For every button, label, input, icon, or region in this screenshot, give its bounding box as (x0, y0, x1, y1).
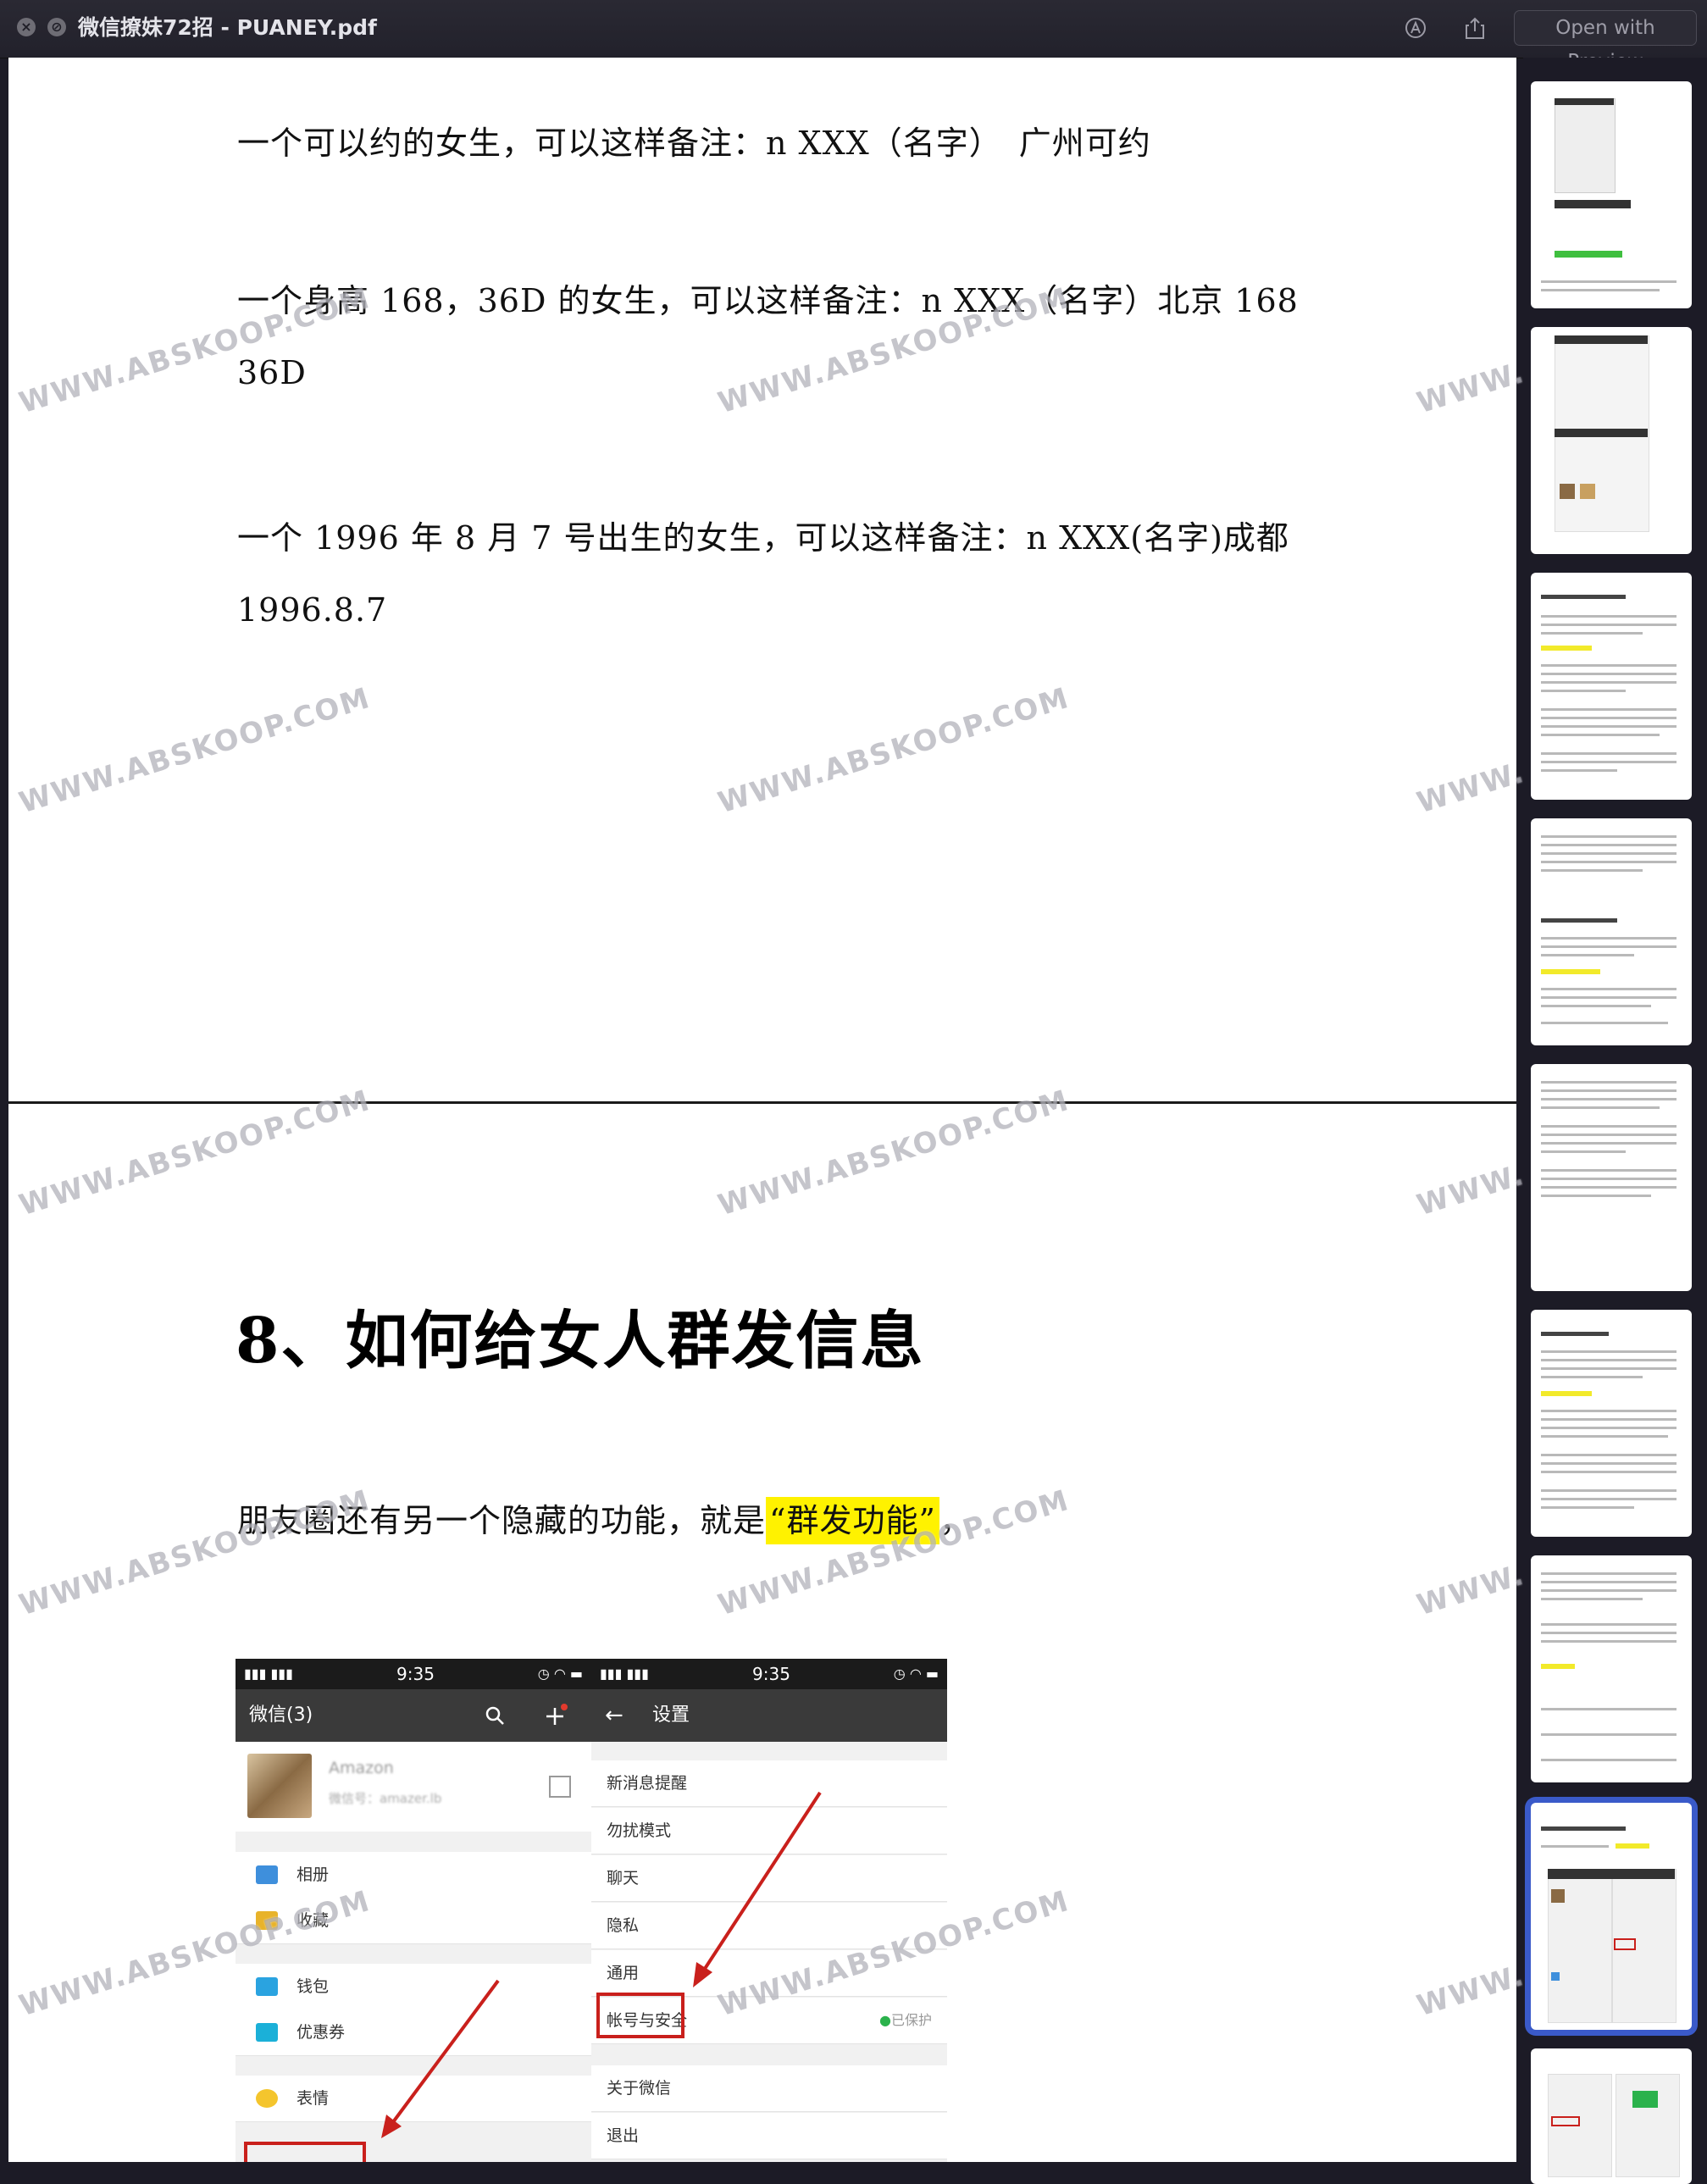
annotation-arrow (693, 1791, 822, 1987)
page-thumbnail-8-selected[interactable] (1531, 1803, 1692, 2030)
page-thumbnail-9[interactable] (1531, 2048, 1692, 2184)
phone-screenshot-settings: ▮▮▮ ▮▮▮ 9:35 ◷ ◠ ▬ ← 设置 新消息提醒 勿扰模式 聊天 隐私… (591, 1659, 947, 2162)
page-thumbnail-5[interactable] (1531, 1064, 1692, 1291)
minimize-icon[interactable]: ⊘ (47, 18, 66, 36)
page1-line-2b: 36D (237, 354, 307, 391)
page-divider (8, 1101, 1516, 1104)
page-thumbnail-4[interactable] (1531, 818, 1692, 1045)
open-with-preview-button[interactable]: Open with Preview (1514, 10, 1697, 73)
window-title: 微信撩妹72招 - PUANEY.pdf (78, 15, 377, 40)
section-heading: 8、如何给女人群发信息 (236, 1305, 925, 1377)
page1-line-3: 一个 1996 年 8 月 7 号出生的女生，可以这样备注：n XXX(名字)成… (237, 519, 1289, 557)
page1-line-1: 一个可以约的女生，可以这样备注：n XXX（名字） 广州可约 (237, 125, 1151, 162)
share-icon[interactable] (1462, 15, 1488, 41)
close-icon[interactable]: × (17, 18, 36, 36)
page-thumbnail-7[interactable] (1531, 1555, 1692, 1782)
page-thumbnail-1[interactable] (1531, 81, 1692, 308)
page1-line-2: 一个身高 168，36D 的女生，可以这样备注：n XXX（名字）北京 168 (237, 282, 1299, 319)
page-thumbnail-3[interactable] (1531, 573, 1692, 800)
page1-line-3b: 1996.8.7 (237, 591, 388, 629)
thumbnail-sidebar[interactable] (1523, 58, 1707, 2184)
title-bar: × ⊘ 微信撩妹72招 - PUANEY.pdf Open with Previ… (0, 0, 1707, 73)
page-thumbnail-2[interactable] (1531, 327, 1692, 554)
markup-icon[interactable] (1403, 15, 1428, 41)
page-thumbnail-6[interactable] (1531, 1310, 1692, 1537)
